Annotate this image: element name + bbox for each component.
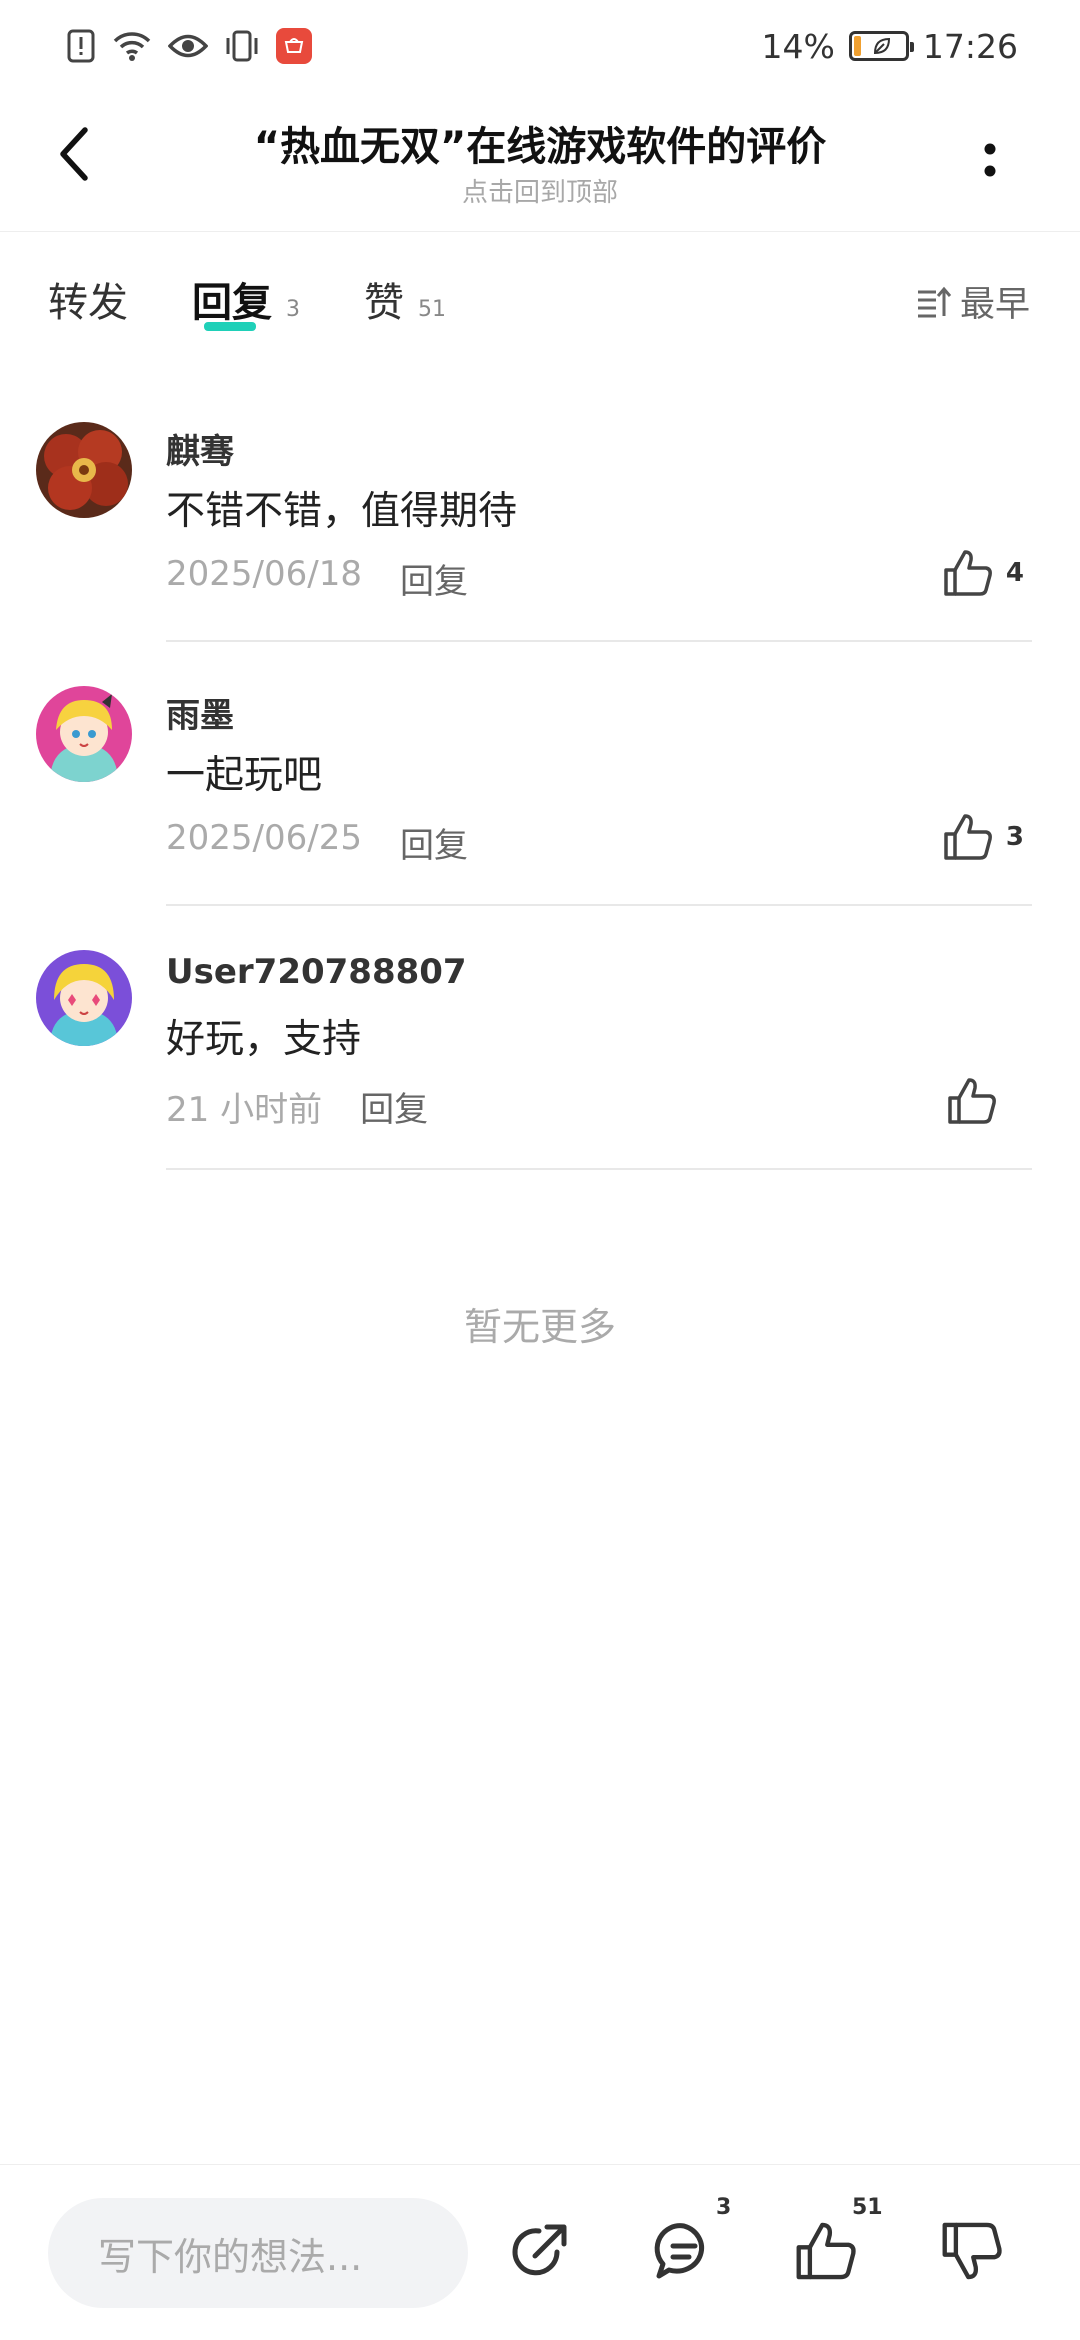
status-icons bbox=[66, 28, 312, 64]
sort-button[interactable]: 最早 bbox=[916, 276, 1030, 327]
alert-icon bbox=[67, 29, 95, 63]
battery-percent: 14% bbox=[761, 26, 835, 66]
tab-replies-label: 回复 bbox=[192, 280, 272, 326]
comment-date: 2025/06/18 bbox=[166, 554, 362, 594]
avatar[interactable] bbox=[36, 422, 132, 518]
tab-replies[interactable]: 回复 3 bbox=[192, 270, 300, 331]
reply-button[interactable]: 回复 bbox=[400, 818, 468, 867]
battery-icon bbox=[848, 31, 914, 61]
comment-meta: 21 小时前 回复 bbox=[166, 1082, 428, 1131]
leaf-icon bbox=[873, 37, 890, 55]
bottom-action-bar: 写下你的想法... 3 51 bbox=[0, 2164, 1080, 2340]
comment-date: 2025/06/25 bbox=[166, 818, 362, 858]
anime-avatar-image bbox=[36, 950, 132, 1046]
anime-avatar-image bbox=[36, 686, 132, 782]
comment-item: 麒骞 不错不错，值得期待 2025/06/18 回复 4 bbox=[0, 422, 1080, 642]
sort-icon bbox=[917, 286, 952, 317]
comment-item: User720788807 好玩，支持 21 小时前 回复 bbox=[0, 950, 1080, 1170]
tab-bar: 转发 回复 3 赞 51 最早 bbox=[0, 270, 1080, 350]
comment-text: 一起玩吧 bbox=[166, 753, 323, 798]
eye-icon bbox=[168, 34, 208, 58]
comment-button[interactable] bbox=[646, 2213, 722, 2289]
no-more-label: 暂无更多 bbox=[463, 1305, 616, 1349]
tab-likes[interactable]: 赞 51 bbox=[364, 270, 446, 328]
scroll-to-top-hint[interactable]: 点击回到顶部 bbox=[140, 172, 940, 209]
chevron-left-icon bbox=[60, 127, 88, 181]
more-vertical-icon bbox=[984, 143, 996, 177]
huawei-app-icon bbox=[276, 28, 312, 64]
tab-replies-count: 3 bbox=[286, 297, 300, 322]
battery-fill bbox=[853, 36, 861, 56]
page-title[interactable]: “热血无双”在线游戏软件的评价 bbox=[140, 114, 940, 172]
clock: 17:26 bbox=[922, 26, 1018, 66]
tab-likes-label: 赞 bbox=[364, 280, 404, 326]
header: “热血无双”在线游戏软件的评价 点击回到顶部 bbox=[0, 92, 1080, 232]
like-count: 4 bbox=[1005, 558, 1024, 588]
like-button[interactable]: 4 bbox=[942, 548, 1024, 598]
status-bar: 14% 17:26 bbox=[0, 0, 1080, 92]
comment-text: 好玩，支持 bbox=[166, 1017, 362, 1062]
tab-active-indicator bbox=[204, 322, 256, 331]
wifi-icon bbox=[113, 32, 151, 61]
like-button[interactable]: 3 bbox=[942, 812, 1024, 862]
comment-icon bbox=[654, 2223, 705, 2279]
comment-author[interactable]: User720788807 bbox=[166, 952, 467, 992]
status-right: 14% 17:26 bbox=[762, 27, 1018, 66]
like-count-badge: 51 bbox=[852, 2195, 883, 2220]
like-post-button[interactable] bbox=[788, 2213, 864, 2289]
dislike-button[interactable] bbox=[934, 2213, 1010, 2289]
comment-input-placeholder: 写下你的想法... bbox=[98, 2234, 363, 2279]
comment-date: 21 小时前 bbox=[166, 1090, 323, 1130]
comment-author[interactable]: 雨墨 bbox=[166, 688, 234, 737]
tab-repost-label: 转发 bbox=[48, 280, 128, 326]
avatar[interactable] bbox=[36, 686, 132, 782]
thumbs-down-icon bbox=[942, 2222, 1002, 2280]
sort-label: 最早 bbox=[959, 285, 1030, 325]
share-button[interactable] bbox=[502, 2213, 578, 2289]
tab-repost[interactable]: 转发 bbox=[48, 270, 142, 328]
avatar[interactable] bbox=[36, 950, 132, 1046]
thumbs-up-icon bbox=[944, 814, 992, 860]
more-button[interactable] bbox=[970, 140, 1010, 180]
like-count: 3 bbox=[1005, 822, 1024, 852]
thumbs-up-icon bbox=[944, 550, 992, 596]
like-button[interactable] bbox=[946, 1076, 1010, 1126]
divider bbox=[166, 1168, 1032, 1170]
comment-count-badge: 3 bbox=[716, 2195, 732, 2220]
tab-likes-count: 51 bbox=[418, 297, 446, 322]
comment-meta: 2025/06/25 回复 bbox=[166, 818, 468, 867]
vibrate-icon bbox=[226, 30, 258, 62]
comment-text: 不错不错，值得期待 bbox=[166, 489, 518, 534]
comment-item: 雨墨 一起玩吧 2025/06/25 回复 3 bbox=[0, 686, 1080, 906]
comment-input[interactable]: 写下你的想法... bbox=[48, 2198, 468, 2308]
divider bbox=[166, 904, 1032, 906]
thumbs-up-icon bbox=[948, 1078, 996, 1124]
reply-button[interactable]: 回复 bbox=[360, 1082, 428, 1131]
back-button[interactable] bbox=[46, 124, 102, 184]
share-icon bbox=[512, 2224, 567, 2276]
thumbs-up-icon bbox=[796, 2222, 856, 2280]
divider bbox=[166, 640, 1032, 642]
comment-author[interactable]: 麒骞 bbox=[166, 424, 234, 473]
reply-button[interactable]: 回复 bbox=[400, 554, 468, 603]
comment-meta: 2025/06/18 回复 bbox=[166, 554, 468, 603]
flower-avatar-image bbox=[36, 422, 132, 518]
